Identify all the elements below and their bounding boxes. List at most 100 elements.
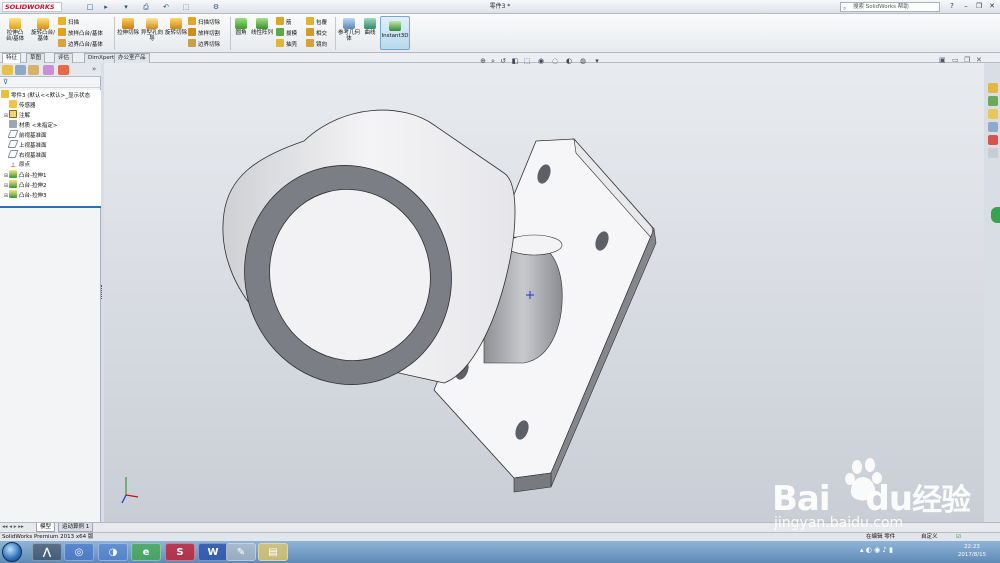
feature-manager-icon[interactable] <box>2 65 13 75</box>
tab-sketch[interactable]: 草图 <box>26 53 46 63</box>
zoom-area-icon[interactable]: ⌕ <box>488 56 498 66</box>
appearances-icon[interactable] <box>988 135 998 145</box>
tree-item-material[interactable]: 材质 <未指定> <box>3 120 57 130</box>
viewport-minimize-icon[interactable]: ▭ <box>952 56 959 64</box>
fillet-button[interactable]: 圆角 <box>233 18 249 36</box>
resources-icon[interactable] <box>988 83 998 93</box>
boundary-boss-button[interactable]: 边界凸台/基体 <box>58 39 103 49</box>
linear-pattern-button[interactable]: 线性阵列 <box>251 18 273 36</box>
hide-show-items-icon[interactable]: ◌ <box>550 56 560 66</box>
boundary-cut-button[interactable]: 边界切除 <box>188 39 220 49</box>
extruded-boss-button[interactable]: 拉伸凸台/基体 <box>4 18 26 42</box>
open-icon[interactable]: ▸ <box>100 2 112 12</box>
help-search-input[interactable]: ⌕ 搜索 SolidWorks 帮助 <box>840 2 940 12</box>
view-orientation-icon[interactable]: ⬚ <box>522 56 532 66</box>
tab-features[interactable]: 特征 <box>2 53 22 63</box>
viewport-tile-icon[interactable]: ▣ <box>939 56 946 64</box>
separator <box>335 17 336 50</box>
custom-properties-icon[interactable] <box>988 148 998 158</box>
tree-item-annotations[interactable]: ⊞ 注解 <box>3 110 30 120</box>
undo-icon[interactable]: ↶ <box>160 2 172 12</box>
hole-wizard-button[interactable]: 异型孔向导 <box>141 18 163 42</box>
origin-icon: ⊥ <box>9 161 17 169</box>
help-icon[interactable]: ? <box>946 1 958 12</box>
curves-button[interactable]: 曲线 <box>362 18 378 36</box>
wrap-button[interactable]: 包覆 <box>306 17 327 27</box>
print-icon[interactable]: ⎙ <box>140 2 152 12</box>
shell-button[interactable]: 抽壳 <box>276 39 297 49</box>
revolved-cut-button[interactable]: 旋转切除 <box>165 18 187 36</box>
viewport-close-icon[interactable]: ✕ <box>976 56 982 64</box>
taskbar-solidworks-icon[interactable]: S <box>165 543 195 561</box>
tray-icons[interactable]: ▴ ◐ ◉ ♪ ▮ <box>860 546 893 554</box>
taskbar-browser-icon[interactable]: e <box>131 543 161 561</box>
viewport-restore-icon[interactable]: ❐ <box>964 56 970 64</box>
view-palette-icon[interactable] <box>988 122 998 132</box>
reference-geometry-button[interactable]: 参考几何体 <box>338 18 360 42</box>
tree-item-right-plane[interactable]: 右视基准面 <box>3 150 47 160</box>
taskbar-app-7-icon[interactable]: ✎ <box>226 543 256 561</box>
revolved-boss-button[interactable]: 旋转凸台/基体 <box>30 18 56 42</box>
previous-view-icon[interactable]: ↺ <box>498 56 508 66</box>
configuration-manager-icon[interactable] <box>28 65 39 75</box>
lofted-boss-button[interactable]: 放样凸台/基体 <box>58 28 103 38</box>
file-explorer-icon[interactable] <box>988 109 998 119</box>
intersect-button[interactable]: 相交 <box>306 28 327 38</box>
tab-motion-study[interactable]: 运动算例 1 <box>58 523 94 532</box>
tree-item-sensors[interactable]: 传感器 <box>3 100 36 110</box>
tree-item-boss-extrude3[interactable]: ⊞ 凸台-拉伸3 <box>3 190 46 200</box>
swept-cut-button[interactable]: 扫描切除 <box>188 17 220 27</box>
lofted-cut-button[interactable]: 放样切割 <box>188 28 220 38</box>
extruded-cut-button[interactable]: 拉伸切除 <box>117 18 139 36</box>
dimxpert-manager-icon[interactable] <box>43 65 54 75</box>
options-icon[interactable]: ⚙ <box>210 2 222 12</box>
baidu-watermark: Bai du经验 jingyan.baidu.com <box>770 455 1000 533</box>
edit-appearance-icon[interactable]: ◐ <box>564 56 574 66</box>
minimize-button[interactable]: – <box>960 1 972 12</box>
design-library-icon[interactable] <box>988 96 998 106</box>
tree-item-front-plane[interactable]: 前视基准面 <box>3 130 47 140</box>
graphics-area[interactable] <box>104 63 984 522</box>
rib-button[interactable]: 筋 <box>276 17 292 27</box>
restore-button[interactable]: ❐ <box>973 1 985 12</box>
side-badge-icon[interactable] <box>991 207 1000 223</box>
mirror-button[interactable]: 镜向 <box>306 39 327 49</box>
taskbar-app-2-icon[interactable]: ◎ <box>64 543 94 561</box>
tree-item-boss-extrude1[interactable]: ⊞ 凸台-拉伸1 <box>3 170 46 180</box>
taskbar-app-1-icon[interactable]: ⋀ <box>32 543 62 561</box>
save-icon[interactable]: ▾ <box>120 2 132 12</box>
taskbar-explorer-icon[interactable]: ▤ <box>258 543 288 561</box>
swept-boss-button[interactable]: 扫描 <box>58 17 79 27</box>
part-model[interactable] <box>104 63 984 522</box>
draft-button[interactable]: 拔模 <box>276 28 297 38</box>
linear-pattern-icon <box>256 18 268 29</box>
select-icon[interactable]: ⬚ <box>180 2 192 12</box>
tab-evaluate[interactable]: 评估 <box>54 53 74 63</box>
zoom-to-fit-icon[interactable]: ⊕ <box>478 56 488 66</box>
view-settings-icon[interactable]: ▾ <box>592 56 602 66</box>
panel-expand-icon[interactable]: » <box>92 65 96 73</box>
tree-item-origin[interactable]: ⊥ 原点 <box>3 160 30 170</box>
start-button[interactable] <box>2 542 22 562</box>
tree-root[interactable]: 零件3 (默认<<默认>_显示状态 <box>1 90 90 100</box>
tab-scroll-arrows-icon[interactable]: ◂◂ ◂ ▸ ▸▸ <box>2 524 24 530</box>
taskbar-word-icon[interactable]: W <box>198 543 228 561</box>
panel-tabs: » <box>0 63 101 77</box>
tree-item-boss-extrude2[interactable]: ⊞ 凸台-拉伸2 <box>3 180 46 190</box>
taskbar-app-3-icon[interactable]: ◑ <box>98 543 128 561</box>
tab-office-products[interactable]: 办公室产品 <box>114 53 150 63</box>
display-style-icon[interactable]: ◉ <box>536 56 546 66</box>
section-view-icon[interactable]: ◧ <box>510 56 520 66</box>
display-manager-icon[interactable] <box>58 65 69 75</box>
instant3d-button[interactable]: Instant3D <box>380 16 410 50</box>
boundary-cut-icon <box>188 39 196 47</box>
tree-item-top-plane[interactable]: 上视基准面 <box>3 140 47 150</box>
solidworks-logo[interactable]: SOLIDWORKS <box>2 2 62 12</box>
close-button[interactable]: ✕ <box>986 1 998 12</box>
new-icon[interactable]: □ <box>84 2 96 12</box>
tab-model[interactable]: 模型 <box>36 523 56 532</box>
property-manager-icon[interactable] <box>15 65 26 75</box>
apply-scene-icon[interactable]: ◍ <box>578 56 588 66</box>
tray-clock[interactable]: 22:23 2017/8/15 <box>952 543 992 561</box>
filter-icon[interactable]: ⊽ <box>3 78 8 86</box>
